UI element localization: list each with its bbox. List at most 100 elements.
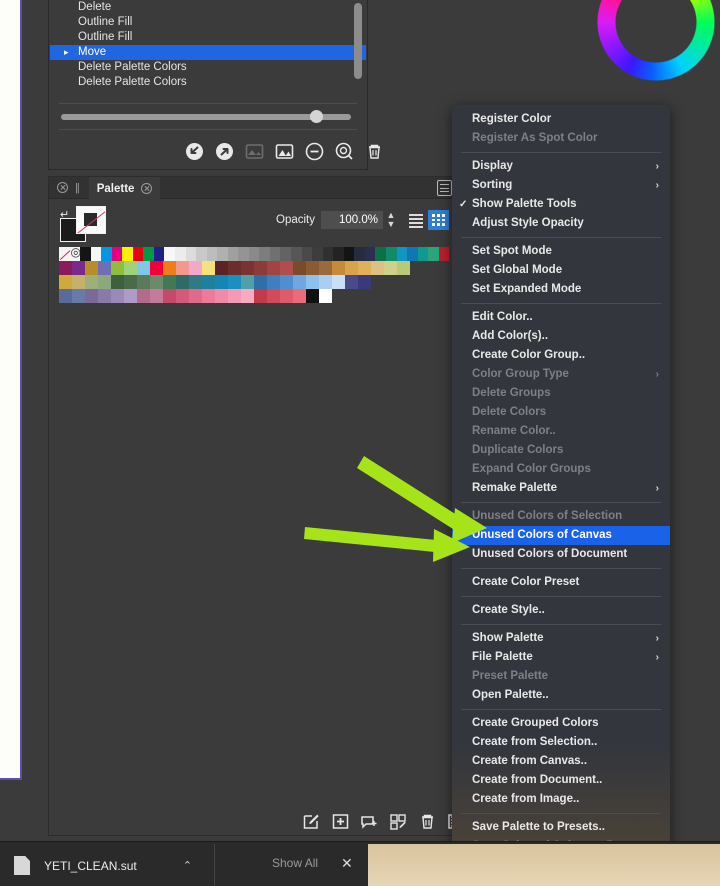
swatch-color[interactable] — [280, 275, 293, 289]
show-all-button[interactable]: Show All — [272, 856, 318, 870]
swatch-color[interactable] — [228, 261, 241, 275]
history-slider-knob[interactable] — [310, 110, 323, 123]
swatch-color[interactable] — [319, 261, 332, 275]
swatch-color[interactable] — [228, 247, 239, 261]
add-group-icon[interactable] — [360, 812, 379, 831]
swatch-color[interactable] — [215, 261, 228, 275]
swatch-color[interactable] — [189, 275, 202, 289]
swatch-color[interactable] — [98, 275, 111, 289]
canvas-page[interactable] — [0, 0, 22, 780]
swatch-color[interactable] — [111, 289, 124, 303]
history-slider-track[interactable] — [61, 114, 351, 120]
swatch-color[interactable] — [319, 275, 332, 289]
swatch-color[interactable] — [101, 247, 112, 261]
swatch-color[interactable] — [254, 275, 267, 289]
menu-item[interactable]: Unused Colors of Canvas — [452, 526, 670, 545]
swatch-color[interactable] — [150, 275, 163, 289]
delete-icon[interactable] — [418, 812, 437, 831]
history-list[interactable]: DeleteOutline FillOutline FillMoveDelete… — [50, 0, 366, 96]
swatch-color[interactable] — [137, 289, 150, 303]
swatch-color[interactable] — [345, 275, 358, 289]
menu-item[interactable]: Save Palette to Presets.. — [452, 818, 670, 837]
swatch-color[interactable] — [291, 247, 302, 261]
swatch-color[interactable] — [302, 247, 313, 261]
swatch-color[interactable] — [418, 247, 429, 261]
menu-item[interactable]: Register Color — [452, 110, 670, 129]
add-icon[interactable] — [331, 812, 350, 831]
menu-item[interactable]: Create from Image.. — [452, 790, 670, 809]
palette-swatch-grid[interactable] — [59, 247, 449, 303]
swatch-color[interactable] — [293, 289, 306, 303]
swatch-color[interactable] — [241, 289, 254, 303]
swatch-color[interactable] — [98, 261, 111, 275]
history-item[interactable]: Delete — [50, 0, 366, 15]
swatch-color[interactable] — [111, 275, 124, 289]
menu-item[interactable]: Create from Canvas.. — [452, 752, 670, 771]
swatch-color[interactable] — [280, 247, 291, 261]
swatch-color[interactable] — [332, 261, 345, 275]
swatch-color[interactable] — [85, 289, 98, 303]
snapshot-icon[interactable] — [275, 142, 294, 161]
swatch-color[interactable] — [306, 289, 319, 303]
swatch-color[interactable] — [254, 289, 267, 303]
swatch-color[interactable] — [323, 247, 334, 261]
redo-icon[interactable] — [215, 142, 234, 161]
history-item[interactable]: Outline Fill — [50, 30, 366, 45]
swatch-color[interactable] — [72, 289, 85, 303]
swatch-color[interactable] — [375, 247, 386, 261]
swatch-color[interactable] — [124, 289, 137, 303]
swatch-color[interactable] — [176, 261, 189, 275]
swatch-color[interactable] — [111, 261, 124, 275]
panel-menu-icon[interactable] — [437, 180, 452, 196]
history-scrollbar[interactable] — [354, 3, 362, 79]
hue-ring-icon[interactable] — [596, 0, 716, 82]
foreground-background-swatch[interactable]: ↵ — [60, 206, 108, 242]
swatch-color[interactable] — [428, 247, 439, 261]
swatch-transparent[interactable] — [59, 247, 70, 261]
swatch-color[interactable] — [137, 261, 150, 275]
swatch-color[interactable] — [333, 247, 344, 261]
menu-item[interactable]: Open Palette.. — [452, 686, 670, 705]
swatch-color[interactable] — [238, 247, 249, 261]
swatch-color[interactable] — [59, 261, 72, 275]
swatch-color[interactable] — [72, 275, 85, 289]
swatch-color[interactable] — [189, 289, 202, 303]
menu-item[interactable]: Unused Colors of Document — [452, 545, 670, 564]
swatch-color[interactable] — [150, 289, 163, 303]
swatch-color[interactable] — [365, 247, 376, 261]
menu-item[interactable]: Set Global Mode — [452, 261, 670, 280]
swatch-color[interactable] — [164, 247, 175, 261]
swatch-color[interactable] — [202, 261, 215, 275]
menu-item[interactable]: Create Style.. — [452, 601, 670, 620]
swatch-color[interactable] — [312, 247, 323, 261]
menu-item[interactable]: Set Expanded Mode — [452, 280, 670, 299]
swatch-color[interactable] — [215, 275, 228, 289]
swatch-color[interactable] — [241, 261, 254, 275]
menu-item[interactable]: Create Grouped Colors — [452, 714, 670, 733]
menu-item[interactable]: Create from Document.. — [452, 771, 670, 790]
menu-item[interactable]: Add Color(s).. — [452, 327, 670, 346]
swatch-color[interactable] — [344, 247, 355, 261]
menu-item[interactable]: Edit Color.. — [452, 308, 670, 327]
swatch-color[interactable] — [319, 289, 332, 303]
palette-context-menu[interactable]: Register ColorRegister As Spot ColorDisp… — [452, 105, 670, 886]
swatch-color[interactable] — [207, 247, 218, 261]
swatch-color[interactable] — [371, 261, 384, 275]
swatch-registration[interactable] — [70, 247, 81, 261]
history-item[interactable]: Delete Palette Colors — [50, 60, 366, 75]
swatch-color[interactable] — [397, 247, 408, 261]
foreground-color-swatch[interactable] — [76, 206, 106, 234]
swatch-color[interactable] — [163, 289, 176, 303]
swatch-color[interactable] — [91, 247, 102, 261]
swatch-color[interactable] — [267, 289, 280, 303]
swatch-color[interactable] — [85, 275, 98, 289]
group-edit-icon[interactable] — [389, 812, 408, 831]
swatch-color[interactable] — [59, 275, 72, 289]
view-mode-list-icon[interactable] — [407, 212, 425, 229]
swatch-color[interactable] — [72, 261, 85, 275]
menu-item[interactable]: Create Color Group.. — [452, 346, 670, 365]
swatch-color[interactable] — [228, 289, 241, 303]
swatch-color[interactable] — [175, 247, 186, 261]
swatch-color[interactable] — [98, 289, 111, 303]
swatch-color[interactable] — [280, 289, 293, 303]
